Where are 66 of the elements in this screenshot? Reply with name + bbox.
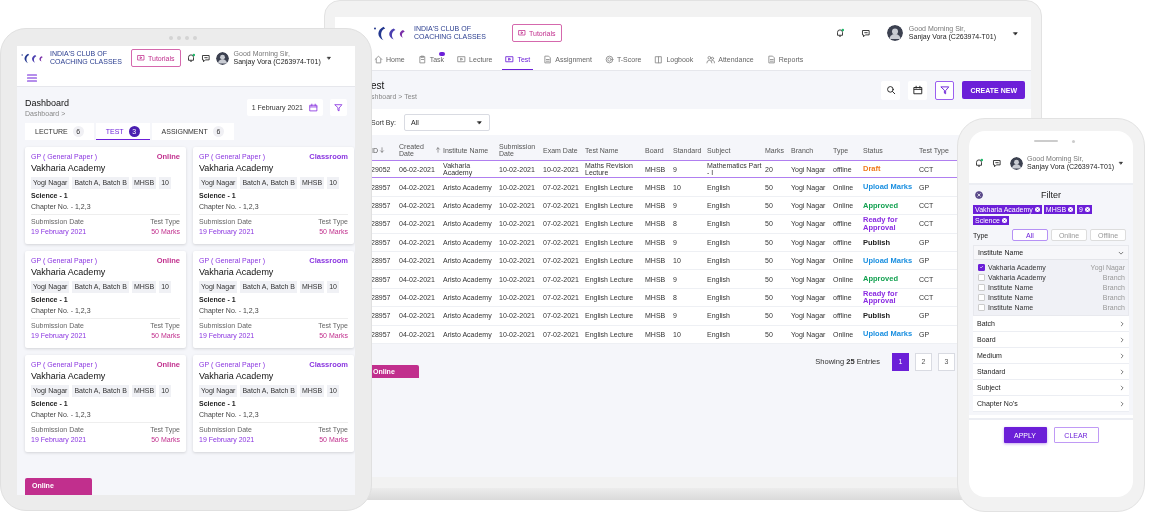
screen-icon — [457, 54, 467, 64]
page-title: Dashboard — [25, 97, 70, 108]
funnel-icon — [334, 102, 343, 112]
people-icon — [706, 54, 716, 64]
card-title: Vakharia Academy — [199, 372, 275, 383]
calendar-icon — [912, 85, 923, 95]
bell-icon — [185, 53, 196, 63]
card-title: Vakharia Academy — [199, 268, 275, 279]
chat-button[interactable] — [860, 28, 871, 38]
card-title: Vakharia Academy — [31, 164, 107, 175]
remove-icon[interactable] — [1034, 207, 1040, 212]
search-icon — [885, 85, 896, 95]
chevron-right-icon — [1119, 368, 1125, 375]
checkbox[interactable] — [978, 263, 985, 271]
remove-icon[interactable] — [1001, 218, 1007, 223]
menu-button[interactable] — [26, 72, 38, 84]
notification-button[interactable] — [834, 28, 845, 38]
card-title: Vakharia Academy — [199, 164, 275, 175]
chevron-right-icon — [1119, 352, 1125, 359]
screen-icon — [517, 29, 526, 37]
caret-icon — [1012, 29, 1019, 37]
chat-icon — [992, 158, 1002, 168]
remove-icon[interactable] — [1068, 207, 1074, 212]
chat-button[interactable] — [992, 158, 1002, 168]
chevron-down-icon — [1118, 249, 1124, 256]
filter-button[interactable] — [935, 80, 955, 100]
search-button[interactable] — [881, 80, 901, 100]
filter-button[interactable] — [330, 98, 347, 116]
book-icon — [654, 54, 664, 64]
card-title: Vakharia Academy — [31, 372, 107, 383]
chevron-right-icon — [1119, 384, 1125, 391]
calendar-button[interactable] — [908, 80, 928, 100]
close-button[interactable] — [975, 191, 983, 199]
document-icon — [543, 54, 553, 64]
caret-icon — [475, 118, 483, 126]
remove-icon[interactable] — [1085, 207, 1090, 212]
caret-icon — [1118, 160, 1125, 166]
notification-button[interactable] — [185, 53, 196, 63]
filter-title: Filter — [1041, 190, 1061, 200]
avatar-icon — [886, 25, 903, 41]
menu-icon — [26, 72, 38, 84]
arrow-up-icon — [435, 147, 441, 153]
chevron-right-icon — [1119, 336, 1125, 343]
clipboard-icon — [417, 54, 427, 64]
screen-icon — [505, 54, 515, 64]
bell-icon — [834, 28, 845, 38]
calendar-icon — [309, 102, 318, 112]
avatar-icon — [1010, 156, 1023, 170]
circle-icon — [604, 54, 614, 64]
chat-icon — [200, 53, 211, 63]
close-icon — [975, 191, 983, 199]
arrow-down-icon — [379, 147, 385, 153]
notification-badge — [438, 52, 445, 56]
chat-button[interactable] — [200, 53, 211, 63]
chat-icon — [860, 28, 871, 38]
chevron-right-icon — [1119, 400, 1125, 407]
house-icon — [374, 54, 383, 64]
caret-icon — [325, 55, 332, 61]
screen-icon — [136, 54, 145, 62]
document-icon — [766, 54, 776, 64]
bell-icon — [974, 158, 984, 168]
card-title: Vakharia Academy — [31, 268, 107, 279]
chevron-right-icon — [1119, 320, 1125, 327]
funnel-icon — [939, 85, 950, 95]
avatar-icon — [215, 51, 229, 65]
notification-button[interactable] — [974, 158, 984, 168]
